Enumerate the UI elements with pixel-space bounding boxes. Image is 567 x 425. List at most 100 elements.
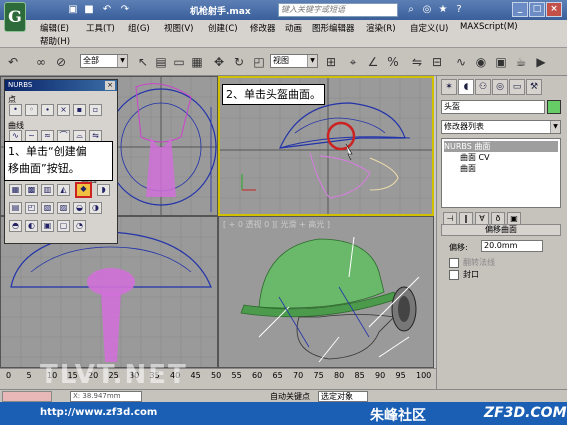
- object-name-field[interactable]: 头盔: [441, 100, 545, 114]
- stack-item-nurbs-surface[interactable]: NURBS 曲面: [444, 141, 558, 152]
- nurbs-point-surface-button[interactable]: ▩: [25, 184, 38, 196]
- menu-view[interactable]: 视图(V): [164, 22, 193, 34]
- nurbs-surf-point-button[interactable]: ▪: [73, 104, 86, 116]
- x-coordinate-field[interactable]: X: 38.947mm: [70, 391, 142, 402]
- modifier-list-dropdown[interactable]: 修改器列表 ▼: [441, 120, 561, 134]
- nurbs-cap-surface-button[interactable]: ◰: [25, 202, 38, 214]
- select-by-name-icon[interactable]: ▤: [152, 53, 170, 71]
- create-tab-icon[interactable]: ✶: [441, 79, 457, 95]
- motion-tab-icon[interactable]: ◎: [492, 79, 508, 95]
- nurbs-ruled-surface-button[interactable]: ▤: [9, 202, 22, 214]
- maximize-button[interactable]: □: [529, 2, 545, 17]
- snap-icon[interactable]: ⌖: [344, 53, 362, 71]
- nurbs-u-loft-button[interactable]: ▧: [41, 202, 54, 214]
- offset-surface-rollout-header[interactable]: 偏移曲面: [441, 224, 561, 236]
- create-offset-surface-button[interactable]: ◆: [75, 182, 92, 198]
- close-button[interactable]: ×: [546, 2, 562, 17]
- select-rotate-icon[interactable]: ↻: [230, 53, 248, 71]
- close-icon[interactable]: ×: [105, 81, 115, 90]
- flip-normals-checkbox[interactable]: [449, 258, 459, 268]
- nurbs-fillet-button[interactable]: ◔: [73, 220, 86, 232]
- help-icon[interactable]: ?: [452, 3, 466, 17]
- mirror-icon[interactable]: ⇋: [408, 53, 426, 71]
- footer-url-link[interactable]: http://www.zf3d.com: [40, 407, 157, 418]
- redo-icon[interactable]: ↷: [118, 3, 132, 17]
- undo-icon[interactable]: ↶: [100, 3, 114, 17]
- chevron-down-icon: ▼: [550, 121, 560, 133]
- align-icon[interactable]: ⊟: [428, 53, 446, 71]
- percent-snap-icon[interactable]: %: [384, 53, 402, 71]
- nurbs-curve-curve-button[interactable]: ×: [57, 104, 70, 116]
- nurbs-rail1-button[interactable]: ◓: [9, 220, 22, 232]
- nurbs-uv-loft-button[interactable]: ▨: [57, 202, 70, 214]
- nurbs-surf-curve-button[interactable]: ▫: [89, 104, 102, 116]
- stack-item-surface-cv[interactable]: 曲面 CV: [460, 152, 490, 163]
- nurbs-multi-blend-button[interactable]: ▣: [41, 220, 54, 232]
- display-tab-icon[interactable]: ▭: [509, 79, 525, 95]
- menu-tools[interactable]: 工具(T): [86, 22, 115, 34]
- undo-tool-icon[interactable]: ↶: [4, 53, 22, 71]
- menu-customize[interactable]: 自定义(U): [410, 22, 448, 34]
- star-icon[interactable]: ★: [436, 3, 450, 17]
- select-scale-icon[interactable]: ◰: [250, 53, 268, 71]
- menu-rendering[interactable]: 渲染(R): [366, 22, 396, 34]
- pivot-icon[interactable]: ⊞: [322, 53, 340, 71]
- curve-editor-icon[interactable]: ∿: [452, 53, 470, 71]
- menu-modifiers[interactable]: 修改器: [250, 22, 276, 34]
- stack-item-surface[interactable]: 曲面: [460, 163, 476, 174]
- cap-checkbox[interactable]: [449, 270, 459, 280]
- nurbs-toolbox-title[interactable]: NURBS: [5, 80, 117, 91]
- material-editor-icon[interactable]: ◉: [472, 53, 490, 71]
- reference-coordinate-dropdown[interactable]: 视图 ▼: [270, 54, 318, 68]
- offset-spinner[interactable]: 20.0mm: [481, 240, 543, 252]
- menu-animation[interactable]: 动画: [285, 22, 302, 34]
- link-icon[interactable]: ∞: [32, 53, 50, 71]
- minimize-button[interactable]: _: [512, 2, 528, 17]
- menu-group[interactable]: 组(G): [128, 22, 150, 34]
- render-setup-icon[interactable]: ▣: [492, 53, 510, 71]
- menu-edit[interactable]: 编辑(E): [40, 22, 69, 34]
- save-icon[interactable]: ■: [82, 3, 96, 17]
- flip-normals-label: 翻转法线: [463, 258, 495, 267]
- nurbs-lathe-button[interactable]: ◒: [73, 202, 86, 214]
- object-color-swatch[interactable]: [547, 100, 561, 114]
- key-filter-dropdown[interactable]: 选定对象: [318, 391, 368, 402]
- auto-key-button[interactable]: 自动关键点: [270, 391, 310, 402]
- nurbs-point-button[interactable]: •: [9, 104, 22, 116]
- menu-maxscript[interactable]: MAXScript(M): [460, 22, 518, 32]
- nurbs-multi-trim-button[interactable]: ▢: [57, 220, 70, 232]
- nurbs-rail2-button[interactable]: ◐: [25, 220, 38, 232]
- nurbs-offset-point-button[interactable]: ◦: [25, 104, 38, 116]
- nurbs-curve-point-button[interactable]: ∙: [41, 104, 54, 116]
- unlink-icon[interactable]: ⊘: [52, 53, 70, 71]
- help-search-input[interactable]: 键入关键字或短语: [278, 3, 398, 17]
- timeline-tick: 95: [395, 371, 406, 380]
- search-icon[interactable]: ⌕: [404, 3, 418, 17]
- render-icon[interactable]: ☕: [512, 53, 530, 71]
- hierarchy-tab-icon[interactable]: ⚇: [475, 79, 491, 95]
- app-logo[interactable]: G: [4, 2, 26, 32]
- perspective-viewport-label[interactable]: [ + 0 透视 0 ][ 光滑 + 高光 ]: [223, 219, 330, 230]
- menu-graph-editors[interactable]: 图形编辑器: [312, 22, 355, 34]
- modify-tab-icon[interactable]: ◖: [458, 79, 474, 95]
- utilities-tab-icon[interactable]: ⚒: [526, 79, 542, 95]
- selection-set-dropdown[interactable]: 全部 ▼: [80, 54, 128, 68]
- quick-render-icon[interactable]: ▶: [532, 53, 550, 71]
- select-icon[interactable]: ↖: [134, 53, 152, 71]
- open-icon[interactable]: ▣: [66, 3, 80, 17]
- menu-create[interactable]: 创建(C): [208, 22, 238, 34]
- maxscript-listener[interactable]: [2, 391, 52, 402]
- viewport-perspective[interactable]: [ + 0 透视 0 ][ 光滑 + 高光 ]: [218, 216, 434, 368]
- nurbs-mirror-surface-button[interactable]: ◗: [97, 184, 110, 196]
- cap-label: 封口: [463, 270, 479, 279]
- nurbs-cv-surface-button[interactable]: ▦: [9, 184, 22, 196]
- menu-help[interactable]: 帮助(H): [40, 35, 70, 47]
- nurbs-transform-surface-button[interactable]: ▥: [41, 184, 54, 196]
- select-move-icon[interactable]: ✥: [210, 53, 228, 71]
- nurbs-extrude-button[interactable]: ◑: [89, 202, 102, 214]
- angle-snap-icon[interactable]: ∠: [364, 53, 382, 71]
- window-crossing-icon[interactable]: ▦: [188, 53, 206, 71]
- binoculars-icon[interactable]: ◎: [420, 3, 434, 17]
- rect-select-icon[interactable]: ▭: [170, 53, 188, 71]
- nurbs-blend-surface-button[interactable]: ◭: [57, 184, 70, 196]
